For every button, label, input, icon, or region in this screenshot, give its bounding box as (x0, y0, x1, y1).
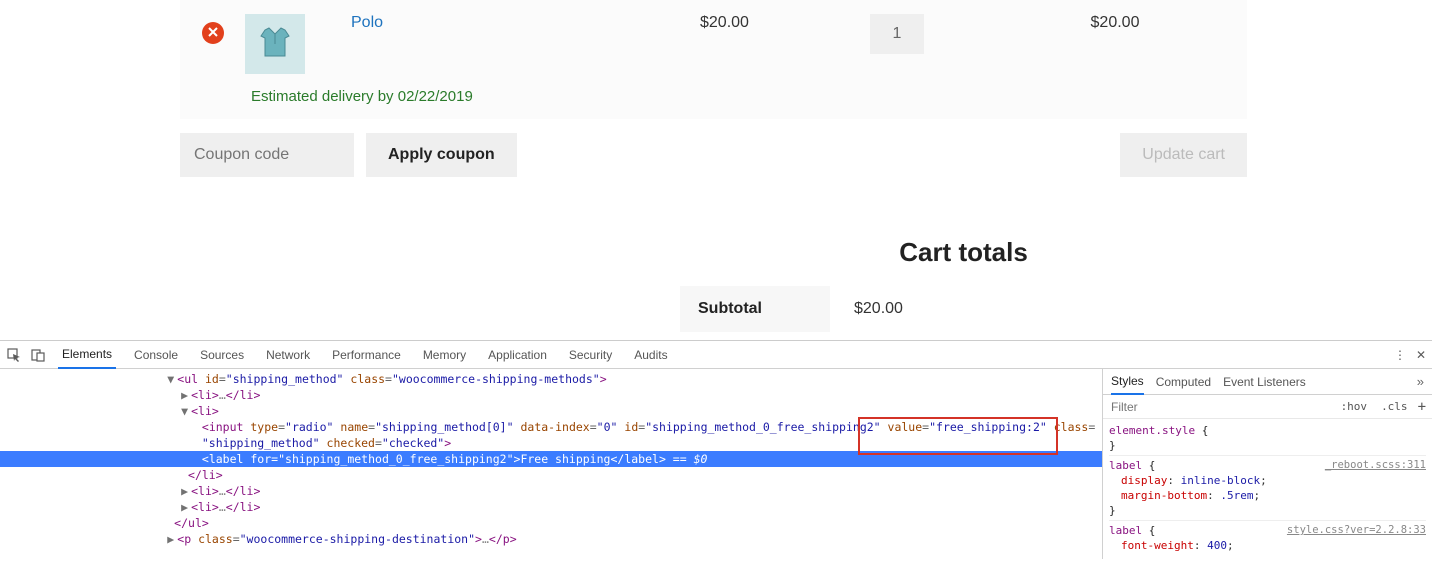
dom-line[interactable]: ▼<li> (0, 403, 1102, 419)
tab-memory[interactable]: Memory (419, 341, 470, 369)
tab-computed[interactable]: Computed (1156, 369, 1211, 395)
tab-audits[interactable]: Audits (630, 341, 671, 369)
tab-styles[interactable]: Styles (1111, 369, 1144, 395)
product-name-link[interactable]: Polo (351, 14, 383, 31)
product-thumbnail[interactable] (245, 14, 305, 74)
line-subtotal: $20.00 (1040, 14, 1190, 32)
remove-column (180, 14, 245, 44)
dom-line[interactable]: <input type="radio" name="shipping_metho… (0, 419, 1102, 435)
tab-performance[interactable]: Performance (328, 341, 405, 369)
coupon-code-input[interactable] (180, 133, 354, 177)
quantity-input[interactable] (870, 14, 924, 54)
sidebar-tabs: Styles Computed Event Listeners » (1103, 369, 1432, 395)
update-cart-button[interactable]: Update cart (1120, 133, 1247, 177)
new-style-rule-icon[interactable]: + (1418, 399, 1426, 415)
tab-event-listeners[interactable]: Event Listeners (1223, 369, 1306, 395)
dom-line[interactable]: ▶<li>…</li> (0, 483, 1102, 499)
apply-coupon-button[interactable]: Apply coupon (366, 133, 517, 177)
filter-toggles: :hov .cls + (1331, 399, 1432, 415)
elements-tree[interactable]: ▼<ul id="shipping_method" class="woocomm… (0, 369, 1102, 559)
thumbnail-column (245, 14, 345, 74)
cart-item-row: Polo Estimated delivery by 02/22/2019 $2… (180, 0, 1247, 119)
dom-line[interactable]: </ul> (0, 515, 1102, 531)
delivery-estimate: Estimated delivery by 02/22/2019 (251, 88, 700, 105)
subtotal-value: $20.00 (830, 286, 927, 332)
cart-totals-section: Cart totals Subtotal $20.00 (680, 237, 1247, 332)
close-icon (208, 24, 218, 42)
dom-line[interactable]: ▶<li>…</li> (0, 499, 1102, 515)
cart-totals-title: Cart totals (680, 237, 1247, 268)
inspect-element-icon[interactable] (6, 347, 22, 363)
styles-list[interactable]: element.style { } _reboot.scss:311 label… (1103, 419, 1432, 559)
styles-sidebar: Styles Computed Event Listeners » :hov .… (1102, 369, 1432, 559)
dom-line[interactable]: ▶<p class="woocommerce-shipping-destinat… (0, 531, 1102, 547)
devtools-body: ▼<ul id="shipping_method" class="woocomm… (0, 369, 1432, 559)
quantity-column (870, 14, 1040, 54)
close-devtools-icon[interactable]: ✕ (1416, 348, 1426, 362)
cls-toggle[interactable]: .cls (1377, 399, 1412, 414)
polo-shirt-icon (255, 22, 295, 67)
source-link[interactable]: _reboot.scss:311 (1325, 458, 1426, 473)
more-tabs-icon[interactable]: » (1417, 374, 1424, 389)
dom-line[interactable]: "shipping_method" checked="checked"> (0, 435, 1102, 451)
dom-line-selected[interactable]: <label for="shipping_method_0_free_shipp… (0, 451, 1102, 467)
cart-actions-row: Apply coupon Update cart (180, 133, 1247, 177)
tab-security[interactable]: Security (565, 341, 616, 369)
subtotal-row: Subtotal $20.00 (680, 286, 1247, 332)
tab-network[interactable]: Network (262, 341, 314, 369)
styles-filter-row: :hov .cls + (1103, 395, 1432, 419)
tab-console[interactable]: Console (130, 341, 182, 369)
devtools-tabs: Elements Console Sources Network Perform… (58, 341, 672, 369)
devtools-panel: Elements Console Sources Network Perform… (0, 340, 1432, 559)
tab-elements[interactable]: Elements (58, 341, 116, 369)
tab-application[interactable]: Application (484, 341, 551, 369)
dom-line[interactable]: </li> (0, 467, 1102, 483)
dom-line[interactable]: ▶<li>…</li> (0, 387, 1102, 403)
styles-filter-input[interactable] (1103, 400, 1331, 414)
tab-sources[interactable]: Sources (196, 341, 248, 369)
source-link[interactable]: style.css?ver=2.2.8:33 (1287, 523, 1426, 538)
subtotal-label: Subtotal (680, 286, 830, 332)
devtools-toolbar-right: ⋮ ✕ (1394, 348, 1426, 362)
remove-item-button[interactable] (202, 22, 224, 44)
kebab-menu-icon[interactable]: ⋮ (1394, 348, 1406, 362)
dom-line[interactable]: ▼<ul id="shipping_method" class="woocomm… (0, 371, 1102, 387)
device-toggle-icon[interactable] (30, 347, 46, 363)
devtools-toolbar: Elements Console Sources Network Perform… (0, 341, 1432, 369)
unit-price: $20.00 (700, 14, 870, 32)
hov-toggle[interactable]: :hov (1337, 399, 1372, 414)
product-column: Polo Estimated delivery by 02/22/2019 (345, 14, 700, 105)
